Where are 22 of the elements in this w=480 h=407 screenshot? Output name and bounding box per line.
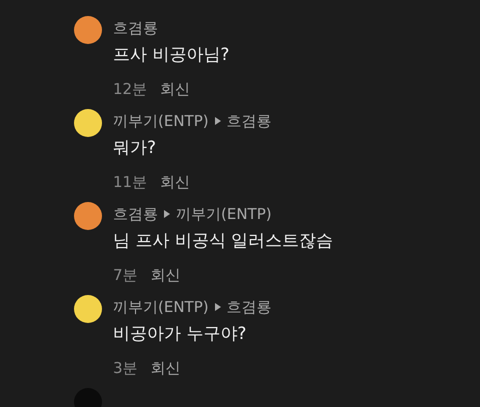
caret-icon xyxy=(214,117,221,125)
author-name: 끼부기(ENTP) xyxy=(113,112,209,130)
reply-button[interactable]: 회신 xyxy=(150,358,181,378)
caret-icon xyxy=(214,303,221,311)
timestamp: 3분 xyxy=(113,358,138,378)
reply-target: 흐겸룡 xyxy=(226,298,272,316)
comment-text: 비공아가 누구야? xyxy=(113,323,248,346)
timestamp: 11분 xyxy=(113,172,148,192)
reply-button[interactable]: 회신 xyxy=(150,266,181,284)
reply-target: 흐겸룡 xyxy=(226,112,272,130)
reply-button[interactable]: 회신 xyxy=(160,172,190,192)
reply-target: 끼부기(ENTP) xyxy=(176,204,272,224)
author-name: 끼부기(ENTP) xyxy=(113,298,209,316)
caret-icon xyxy=(164,210,170,218)
comment-text: 프사 비공아님? xyxy=(113,44,230,67)
reply-button[interactable]: 회신 xyxy=(160,80,190,98)
timestamp: 7분 xyxy=(113,266,138,284)
comment-text: 뭐가? xyxy=(113,137,158,160)
comment-text: 님 프사 비공식 일러스트잖슴 xyxy=(113,230,334,253)
author-name: 흐겸룡 xyxy=(113,18,158,38)
timestamp: 12분 xyxy=(113,80,148,98)
author-name: 흐겸룡 xyxy=(113,204,158,224)
